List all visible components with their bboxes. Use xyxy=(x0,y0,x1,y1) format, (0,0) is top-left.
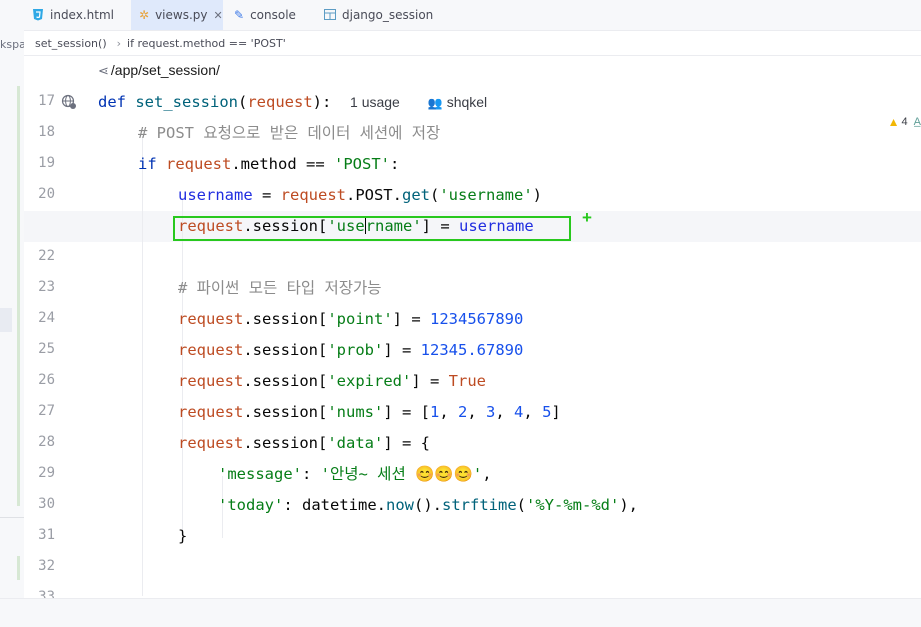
vcs-change-marker xyxy=(17,86,20,506)
tab-console[interactable]: ✎ console xyxy=(234,0,334,30)
code-line-18: # POST 요청으로 받은 데이터 세션에 저장 xyxy=(138,124,441,142)
tab-label: views.py xyxy=(155,8,208,22)
project-panel-edge: kspac xyxy=(0,0,32,626)
breadcrumb-separator: › xyxy=(116,36,122,50)
inspection-widget[interactable]: ▲ 4 A̲ xyxy=(888,115,921,129)
vcs-change-marker xyxy=(17,556,20,580)
line-number: 26 xyxy=(38,372,55,388)
table-icon xyxy=(324,8,336,22)
code-line-26: request.session['expired'] = True xyxy=(178,372,486,390)
line-number-gutter[interactable]: 17 18 19 20 21 22 23 24 25 26 27 28 29 3… xyxy=(24,56,98,598)
code-line-25: request.session['prob'] = 12345.67890 xyxy=(178,341,524,359)
code-line-31: } xyxy=(178,527,188,545)
line-number: 18 xyxy=(38,124,55,140)
line-number: 25 xyxy=(38,341,55,357)
tab-views-py[interactable]: ✲ views.py ✕ xyxy=(131,0,223,30)
user-icon: 👥 xyxy=(427,96,443,110)
close-icon[interactable]: ✕ xyxy=(213,9,222,22)
line-number: 22 xyxy=(38,248,55,264)
editor-tab-bar: index.html ✲ views.py ✕ ✎ console django… xyxy=(24,0,921,31)
tab-label: index.html xyxy=(50,8,114,22)
code-line-17: def set_session(request): 1 usage 👥 shqk… xyxy=(98,93,488,111)
code-line-24: request.session['point'] = 1234567890 xyxy=(178,310,524,328)
line-number: 32 xyxy=(38,558,55,574)
code-line-21: request.session['username'] = username xyxy=(178,217,534,235)
code-line-27: request.session['nums'] = [1, 2, 3, 4, 5… xyxy=(178,403,561,421)
breadcrumb: set_session() › if request.method == 'PO… xyxy=(24,31,921,56)
route-path-hint[interactable]: ⋖/app/set_session/ xyxy=(98,59,220,81)
panel-selection xyxy=(0,308,12,332)
share-icon: ⋖ xyxy=(98,63,109,78)
tab-index-html[interactable]: index.html xyxy=(32,0,126,30)
usage-hint[interactable]: 1 usage xyxy=(350,94,400,110)
warning-icon: ▲ xyxy=(887,115,900,129)
tab-label: django_session xyxy=(342,8,434,22)
editor-bottom-edge xyxy=(0,598,921,627)
line-number: 27 xyxy=(38,403,55,419)
panel-divider xyxy=(0,517,24,518)
spelling-icon: A̲ xyxy=(913,116,921,128)
line-number: 31 xyxy=(38,527,55,543)
code-line-19: if request.method == 'POST': xyxy=(138,155,400,173)
line-number: 19 xyxy=(38,155,55,171)
code-line-29: 'message': '안녕~ 세션 😊😊😊', xyxy=(218,465,492,483)
line-number: 23 xyxy=(38,279,55,295)
tab-django-session[interactable]: django_session xyxy=(324,0,454,30)
code-editor[interactable]: ⋖/app/set_session/ ▲ 4 A̲ def set_sessio… xyxy=(24,56,921,598)
author-hint[interactable]: 👥 shqkel xyxy=(428,94,487,110)
line-number: 30 xyxy=(38,496,55,512)
code-line-23: # 파이썬 모든 타입 저장가능 xyxy=(178,279,382,297)
line-number: 29 xyxy=(38,465,55,481)
breadcrumb-item-function[interactable]: set_session() xyxy=(35,37,107,50)
line-number: 20 xyxy=(38,186,55,202)
code-line-20: username = request.POST.get('username') xyxy=(178,186,542,204)
html-file-icon xyxy=(32,8,44,23)
tab-label: console xyxy=(250,8,296,22)
console-icon: ✎ xyxy=(234,8,245,22)
breadcrumb-item-if[interactable]: if request.method == 'POST' xyxy=(127,37,286,50)
add-icon[interactable]: + xyxy=(582,208,592,228)
web-route-icon[interactable] xyxy=(61,93,77,113)
code-line-30: 'today': datetime.now().strftime('%Y-%m-… xyxy=(218,496,638,514)
line-number: 33 xyxy=(38,589,55,598)
line-number: 17 xyxy=(38,93,55,109)
indent-guide xyxy=(142,136,143,596)
line-number: 28 xyxy=(38,434,55,450)
python-file-icon: ✲ xyxy=(139,8,150,22)
code-line-28: request.session['data'] = { xyxy=(178,434,430,452)
line-number: 24 xyxy=(38,310,55,326)
